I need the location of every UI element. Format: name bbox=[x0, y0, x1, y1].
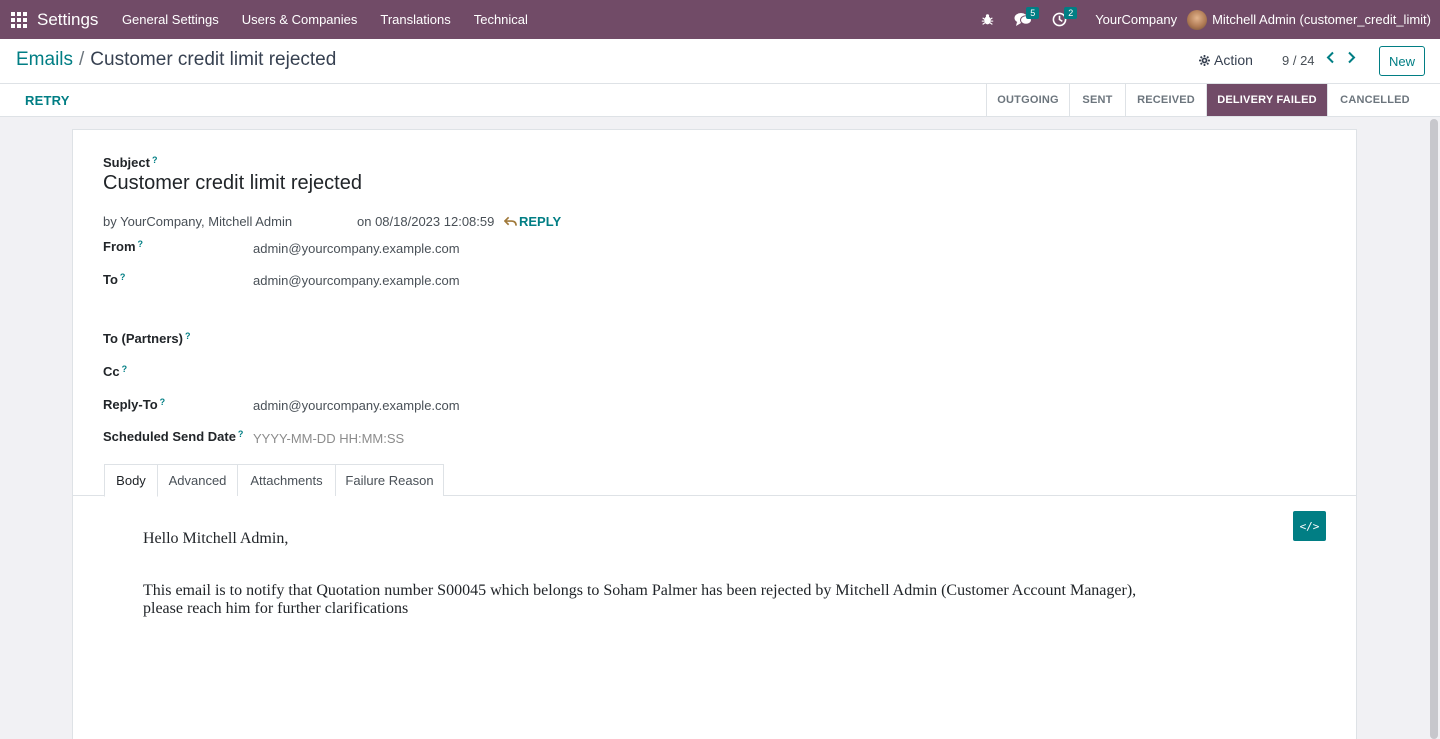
debug-bug-icon[interactable] bbox=[981, 0, 994, 39]
clock-icon[interactable]: 2 bbox=[1052, 0, 1078, 39]
scheduled-date-input[interactable]: YYYY-MM-DD HH:MM:SS bbox=[253, 431, 404, 446]
reply-arrow-icon bbox=[504, 216, 517, 226]
top-navbar: Settings General Settings Users & Compan… bbox=[0, 0, 1440, 39]
gear-icon bbox=[1199, 54, 1210, 66]
menu-technical[interactable]: Technical bbox=[462, 12, 539, 27]
stage-received[interactable]: RECEIVED bbox=[1125, 84, 1206, 116]
help-icon[interactable]: ? bbox=[122, 364, 128, 374]
app-title[interactable]: Settings bbox=[37, 10, 98, 30]
stage-cancelled[interactable]: CANCELLED bbox=[1327, 84, 1422, 116]
company-switcher[interactable]: YourCompany bbox=[1095, 12, 1177, 27]
breadcrumb-emails-link[interactable]: Emails bbox=[16, 49, 73, 71]
help-icon[interactable]: ? bbox=[238, 429, 244, 439]
help-icon[interactable]: ? bbox=[185, 331, 191, 341]
body-message: This email is to notify that Quotation n… bbox=[143, 582, 1137, 617]
apps-grid-icon[interactable] bbox=[11, 11, 27, 28]
activities-count-badge: 2 bbox=[1064, 7, 1078, 19]
messages-count-badge: 5 bbox=[1026, 7, 1040, 19]
chevron-right-icon[interactable] bbox=[1347, 51, 1356, 68]
scrollbar-thumb[interactable] bbox=[1430, 119, 1438, 739]
scheduled-date-label: Scheduled Send Date? bbox=[103, 429, 244, 444]
subject-field[interactable]: Customer credit limit rejected bbox=[103, 172, 362, 195]
notebook-tabs: Body Advanced Attachments Failure Reason bbox=[73, 464, 1356, 497]
cc-field[interactable] bbox=[253, 364, 553, 382]
from-label: From? bbox=[103, 239, 143, 254]
menu-translations[interactable]: Translations bbox=[369, 12, 462, 27]
to-partners-field[interactable] bbox=[253, 331, 553, 349]
stage-sent[interactable]: SENT bbox=[1069, 84, 1125, 116]
status-bar: RETRY OUTGOING SENT RECEIVED DELIVERY FA… bbox=[0, 84, 1440, 117]
tab-body[interactable]: Body bbox=[104, 464, 158, 497]
to-field[interactable]: admin@yourcompany.example.com bbox=[253, 273, 460, 288]
stage-pipeline: OUTGOING SENT RECEIVED DELIVERY FAILED C… bbox=[986, 84, 1422, 116]
user-menu[interactable]: Mitchell Admin (customer_credit_limit) bbox=[1212, 12, 1431, 27]
reply-to-field[interactable]: admin@yourcompany.example.com bbox=[253, 398, 460, 413]
cc-label: Cc? bbox=[103, 364, 128, 379]
from-field[interactable]: admin@yourcompany.example.com bbox=[253, 241, 460, 256]
stage-delivery-failed: DELIVERY FAILED bbox=[1206, 84, 1327, 116]
control-panel: Emails / Customer credit limit rejected … bbox=[0, 39, 1440, 84]
stage-outgoing[interactable]: OUTGOING bbox=[986, 84, 1069, 116]
subject-label: Subject? bbox=[103, 155, 158, 170]
retry-button[interactable]: RETRY bbox=[25, 93, 70, 108]
tab-advanced[interactable]: Advanced bbox=[157, 464, 238, 496]
breadcrumb: Emails / Customer credit limit rejected bbox=[16, 49, 336, 71]
to-label: To? bbox=[103, 272, 126, 287]
help-icon[interactable]: ? bbox=[152, 155, 158, 165]
chat-icon[interactable]: 5 bbox=[1014, 0, 1040, 39]
date-line: on 08/18/2023 12:08:59 bbox=[357, 214, 495, 229]
menu-users-companies[interactable]: Users & Companies bbox=[230, 12, 369, 27]
body-greeting: Hello Mitchell Admin, bbox=[143, 530, 289, 547]
author-line: by YourCompany, Mitchell Admin bbox=[103, 214, 293, 229]
help-icon[interactable]: ? bbox=[120, 272, 126, 282]
help-icon[interactable]: ? bbox=[138, 239, 144, 249]
reply-to-label: Reply-To? bbox=[103, 397, 166, 412]
tab-attachments[interactable]: Attachments bbox=[237, 464, 336, 496]
help-icon[interactable]: ? bbox=[160, 397, 166, 407]
breadcrumb-current: Customer credit limit rejected bbox=[90, 49, 337, 70]
action-label: Action bbox=[1214, 52, 1253, 68]
form-sheet: Subject? Customer credit limit rejected … bbox=[72, 129, 1357, 739]
user-avatar[interactable] bbox=[1187, 9, 1208, 30]
reply-button[interactable]: REPLY bbox=[504, 214, 561, 229]
breadcrumb-separator: / bbox=[79, 49, 85, 70]
email-body[interactable]: Hello Mitchell Admin, This email is to n… bbox=[143, 530, 1143, 652]
menu-general-settings[interactable]: General Settings bbox=[110, 12, 230, 27]
new-record-button[interactable]: New bbox=[1379, 46, 1425, 76]
action-menu-button[interactable]: Action bbox=[1199, 52, 1253, 68]
code-view-icon[interactable]: </> bbox=[1293, 511, 1326, 541]
to-partners-label: To (Partners)? bbox=[103, 331, 191, 346]
pager-value[interactable]: 9 / 24 bbox=[1282, 53, 1315, 68]
tab-failure-reason[interactable]: Failure Reason bbox=[335, 464, 444, 496]
chevron-left-icon[interactable] bbox=[1326, 51, 1335, 68]
